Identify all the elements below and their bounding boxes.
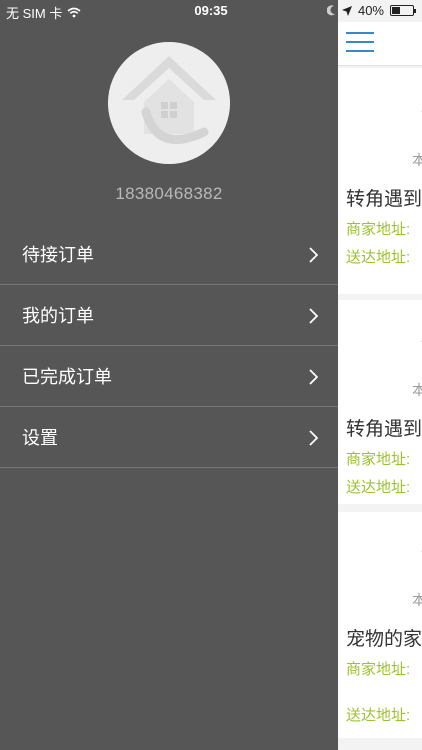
merchant-address-label: 商家地址:	[346, 661, 411, 678]
menu-item-completed-orders[interactable]: 已完成订单	[0, 346, 338, 407]
order-title: 转角遇到	[346, 189, 422, 210]
location-arrow-icon	[341, 5, 352, 16]
merchant-address-label: 商家地址:	[346, 221, 411, 238]
order-partial-label: 本	[412, 152, 422, 168]
order-partial-label: 本	[412, 592, 422, 608]
menu-item-label: 我的订单	[22, 306, 94, 326]
order-card[interactable]: · 本 转角遇到 商家地址: 送达地址:	[338, 68, 422, 294]
menu-item-label: 设置	[22, 428, 58, 448]
menu-item-my-orders[interactable]: 我的订单	[0, 285, 338, 346]
menu-item-settings[interactable]: 设置	[0, 407, 338, 468]
order-card[interactable]: · 本 转角遇到 商家地址: 送达地址:	[338, 300, 422, 504]
chevron-right-icon	[309, 369, 318, 385]
status-bar: 无 SIM 卡 09:35 40%	[0, 0, 422, 22]
merchant-address-label: 商家地址:	[346, 451, 411, 468]
moon-icon	[326, 5, 335, 16]
delivery-address-label: 送达地址:	[346, 249, 411, 266]
phone-number: 18380468382	[115, 184, 223, 203]
hamburger-menu-icon[interactable]	[346, 32, 374, 54]
avatar[interactable]	[108, 42, 230, 164]
chevron-right-icon	[309, 247, 318, 263]
order-title: 宠物的家	[346, 629, 422, 650]
menu-item-label: 已完成订单	[22, 367, 112, 387]
house-logo-icon	[108, 42, 230, 164]
side-drawer: 18380468382 待接订单 我的订单 已完成订单 设置	[0, 0, 338, 750]
chevron-right-icon	[309, 430, 318, 446]
battery-percent: 40%	[357, 3, 384, 18]
order-title: 转角遇到	[346, 419, 422, 440]
menu-item-pending-orders[interactable]: 待接订单	[0, 224, 338, 285]
battery-icon	[390, 5, 416, 16]
menu-item-label: 待接订单	[22, 245, 94, 265]
chevron-right-icon	[309, 308, 318, 324]
order-card[interactable]: · 本 宠物的家 商家地址: 送达地址:	[338, 512, 422, 738]
delivery-address-label: 送达地址:	[346, 707, 411, 724]
order-list-panel: · 本 转角遇到 商家地址: 送达地址: · 本 转角遇到 商家地址: 送达地址…	[338, 0, 422, 750]
top-bar	[338, 22, 422, 66]
delivery-address-label: 送达地址:	[346, 479, 411, 496]
order-partial-label: 本	[412, 382, 422, 398]
drawer-menu: 待接订单 我的订单 已完成订单 设置	[0, 224, 338, 468]
